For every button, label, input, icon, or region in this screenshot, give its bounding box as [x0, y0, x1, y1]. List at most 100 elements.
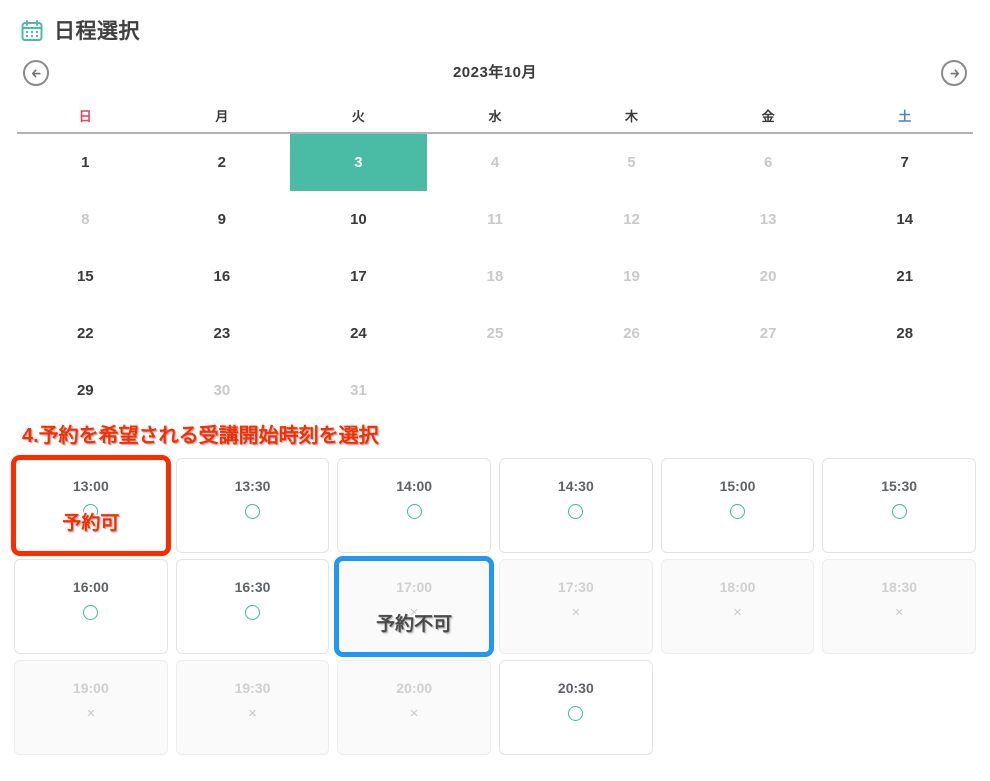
- time-slot-availability-mark: ×: [500, 605, 652, 621]
- time-slot-1300[interactable]: 13:00 予約可: [11, 455, 171, 556]
- date-cell-22[interactable]: 22: [17, 305, 154, 362]
- time-slot-label: 18:00: [719, 579, 756, 595]
- date-cell-4: 4: [490, 154, 500, 171]
- unavailable-cross-icon: ×: [733, 604, 742, 622]
- available-circle-icon: [729, 504, 745, 520]
- time-slot-label: 19:30: [234, 680, 271, 696]
- available-circle-icon: [568, 504, 584, 520]
- date-cell-16[interactable]: 16: [154, 248, 291, 305]
- date-cell-7[interactable]: 7: [836, 134, 973, 191]
- time-slot-availability-mark: ×: [177, 706, 329, 722]
- available-circle-icon: [406, 504, 422, 520]
- time-slot-availability-mark: ×: [338, 706, 490, 722]
- date-cell-14[interactable]: 14: [836, 191, 973, 248]
- prev-month-button[interactable]: [23, 60, 49, 86]
- date-cell-18: 18: [486, 268, 504, 285]
- available-circle-icon: [891, 504, 907, 520]
- date-cell-28[interactable]: 28: [836, 305, 973, 362]
- time-slot-availability-mark: [15, 504, 167, 520]
- date-cell-25: 25: [486, 325, 504, 342]
- time-slot-1930: 19:30 ×: [175, 660, 330, 755]
- page-header: 日程選択: [0, 0, 990, 43]
- date-cell-10[interactable]: 10: [290, 191, 427, 248]
- available-circle-icon: [244, 504, 260, 520]
- time-slot-label: 19:00: [72, 680, 109, 696]
- weekday-header-金: 金: [761, 109, 775, 124]
- date-grid: 1 2 3 4 5 6 7 8 9 10 11 12 13 14 15 16 17 18 19 20 21 22 23 24 2…: [17, 134, 973, 419]
- time-slot-label: 14:30: [557, 478, 594, 494]
- time-slot-label: 13:30: [234, 478, 271, 494]
- date-cell-15[interactable]: 15: [17, 248, 154, 305]
- date-cell-5: 5: [627, 154, 636, 171]
- time-slot-1700: 17:00 × 予約不可: [334, 556, 494, 657]
- time-slot-1630[interactable]: 16:30: [175, 559, 330, 654]
- weekday-header-土: 土: [898, 109, 912, 124]
- time-slot-availability-mark: [823, 504, 975, 520]
- date-cell-9[interactable]: 9: [154, 191, 291, 248]
- date-cell-30: 30: [213, 382, 231, 399]
- weekday-header-水: 水: [488, 109, 502, 124]
- time-slot-label: 14:00: [396, 478, 433, 494]
- month-label: 2023年10月: [452, 64, 538, 81]
- time-slot-label: 17:30: [557, 579, 594, 595]
- time-slot-1430[interactable]: 14:30: [499, 458, 653, 553]
- time-slot-2030[interactable]: 20:30: [499, 660, 653, 755]
- time-slot-1900: 19:00 ×: [14, 660, 168, 755]
- available-circle-icon: [83, 504, 99, 520]
- time-slot-label: 16:30: [234, 579, 271, 595]
- unavailable-cross-icon: ×: [409, 705, 419, 723]
- date-cell-26: 26: [623, 325, 640, 342]
- time-slot-availability-mark: [15, 605, 167, 621]
- weekday-header-row: 日月火水木金土: [17, 106, 973, 134]
- date-cell-2[interactable]: 2: [154, 134, 291, 191]
- time-slot-1830: 18:30 ×: [822, 559, 976, 654]
- time-slot-availability-mark: [177, 504, 329, 520]
- date-cell-12: 12: [623, 211, 640, 228]
- available-circle-icon: [568, 706, 584, 722]
- time-slot-label: 18:30: [881, 579, 918, 595]
- date-cell-13: 13: [759, 211, 777, 228]
- time-slot-availability-mark: [338, 504, 490, 520]
- date-cell-11: 11: [487, 211, 503, 228]
- time-slot-1400[interactable]: 14:00: [337, 458, 491, 553]
- annotation-heading: 4.予約を希望される受講開始時刻を選択: [21, 424, 381, 449]
- calendar-icon: [20, 19, 44, 43]
- date-cell-21[interactable]: 21: [836, 248, 973, 305]
- next-month-button[interactable]: [941, 60, 967, 86]
- date-cell-empty: [700, 362, 837, 419]
- time-slot-label: 16:00: [72, 579, 109, 595]
- weekday-header-木: 木: [625, 109, 639, 124]
- time-slot-1330[interactable]: 13:30: [175, 458, 330, 553]
- unavailable-cross-icon: ×: [894, 604, 904, 622]
- time-slot-availability-mark: [177, 605, 329, 621]
- unavailable-cross-icon: ×: [86, 705, 96, 723]
- date-cell-24[interactable]: 24: [290, 305, 427, 362]
- time-slot-label: 20:00: [396, 680, 433, 696]
- unavailable-cross-icon: ×: [248, 705, 257, 723]
- time-slot-2000: 20:00 ×: [337, 660, 491, 755]
- date-cell-empty: [427, 362, 564, 419]
- time-slot-availability-mark: [500, 706, 652, 722]
- date-cell-8: 8: [81, 211, 90, 228]
- time-slot-availability-mark: ×: [15, 706, 167, 722]
- available-circle-icon: [83, 605, 99, 621]
- time-slot-availability-mark: ×: [338, 605, 490, 621]
- date-cell-6: 6: [763, 154, 773, 171]
- date-cell-3[interactable]: 3: [290, 134, 427, 191]
- arrow-left-circle-icon: [30, 67, 43, 80]
- time-slot-availability-mark: ×: [662, 605, 814, 621]
- time-slot-label: 15:30: [881, 478, 918, 494]
- calendar: 日月火水木金土 1 2 3 4 5 6 7 8 9 10 11 12 13 14 15 16 17 18 19 20 2…: [17, 106, 973, 419]
- date-cell-29[interactable]: 29: [17, 362, 154, 419]
- time-slot-label: 20:30: [557, 680, 594, 696]
- date-cell-empty: [563, 362, 700, 419]
- date-cell-17[interactable]: 17: [290, 248, 427, 305]
- time-slot-1600[interactable]: 16:00: [14, 559, 168, 654]
- date-cell-23[interactable]: 23: [154, 305, 291, 362]
- date-cell-1[interactable]: 1: [17, 134, 154, 191]
- time-slot-1500[interactable]: 15:00: [660, 458, 815, 553]
- time-slot-1530[interactable]: 15:30: [822, 458, 976, 553]
- date-cell-19: 19: [623, 268, 640, 285]
- time-slot-1800: 18:00 ×: [660, 559, 815, 654]
- time-slot-label: 15:00: [719, 478, 756, 494]
